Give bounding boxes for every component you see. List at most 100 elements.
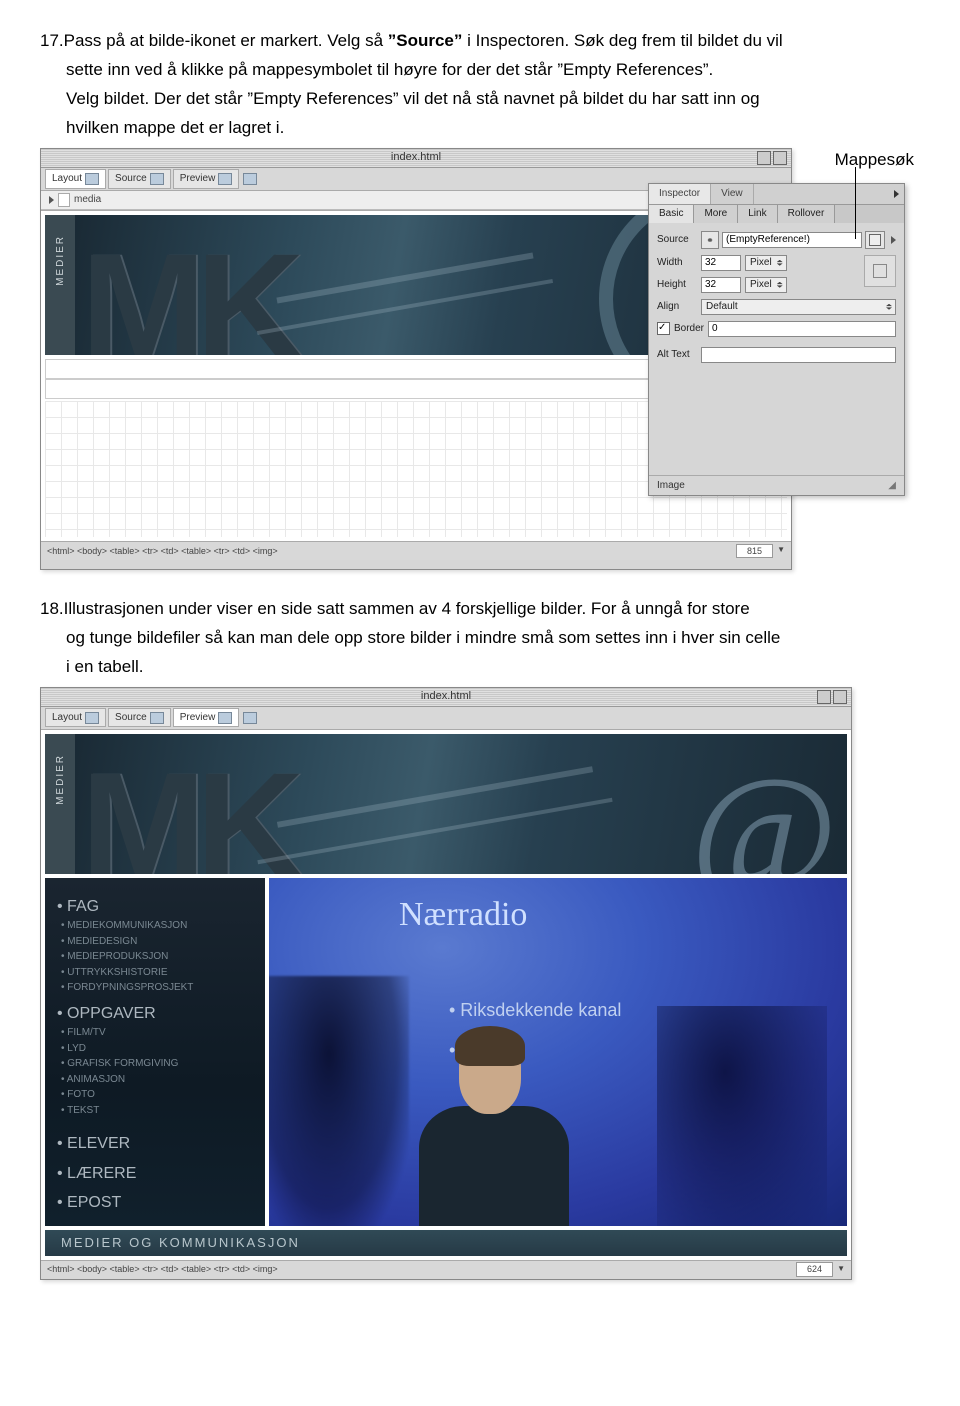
source-icon [150,173,164,185]
source-link-icon[interactable]: ⚭ [701,231,719,249]
extra-view-icon[interactable] [243,712,257,724]
step18-l3: i en tabell. [40,656,920,679]
preview-canvas[interactable]: MEDIER MK @ • FAG • MEDIEKOMMUNIKASJON •… [41,730,851,1260]
sidebar-medier-image: MEDIER [45,734,75,874]
footer-image: MEDIER OG KOMMUNIKASJON [45,1230,847,1256]
window-titlebar[interactable]: index.html [41,149,791,168]
tab-layout[interactable]: Layout [45,169,106,189]
tab-preview-label: Preview [180,172,216,186]
dom-path[interactable]: <html> <body> <table> <tr> <td> <table> … [47,1263,278,1275]
align-label: Align [657,300,701,314]
tab-inspector[interactable]: Inspector [649,184,711,204]
source-icon [150,712,164,724]
alt-input[interactable] [701,347,896,363]
step17-paragraph: 17.Pass på at bilde-ikonet er markert. V… [40,30,920,53]
folder-icon [869,234,881,246]
step18-num: 18. [40,599,64,618]
window-titlebar[interactable]: index.html [41,688,851,707]
nav-item: • FILM/TV [61,1026,253,1040]
shadow-graphic [657,1006,827,1226]
dom-path[interactable]: <html> <body> <table> <tr> <td> <table> … [47,545,278,557]
tab-source[interactable]: Source [108,708,171,728]
width-input[interactable] [701,255,741,271]
height-unit-select[interactable]: Pixel [745,277,787,293]
alt-label: Alt Text [657,348,701,362]
constrain-proportions-button[interactable] [864,255,896,287]
status-bar: <html> <body> <table> <tr> <td> <table> … [41,1260,851,1279]
nav-heading-elever: • ELEVER [57,1133,253,1155]
palette-menu-button[interactable] [888,184,904,204]
source-word: ”Source” [388,31,463,50]
window-buttons [817,690,847,704]
tab-preview-label: Preview [180,711,216,725]
subtab-more[interactable]: More [694,205,738,223]
nav-item: • UTTRYKKSHISTORIE [61,966,253,980]
step17-l3: Velg bildet. Der det står ”Empty Referen… [40,88,920,111]
height-input[interactable] [701,277,741,293]
nav-item: • MEDIEPRODUKSJON [61,950,253,964]
nav-item: • GRAFISK FORMGIVING [61,1057,253,1071]
tab-source[interactable]: Source [108,169,171,189]
inspector-palette: Inspector View Basic More Link Rollover … [648,183,905,497]
extra-view-icon[interactable] [243,173,257,185]
tab-preview[interactable]: Preview [173,169,240,189]
nav-heading-laerere: • LÆRERE [57,1163,253,1185]
triangle-icon [894,190,899,198]
border-label: Border [674,322,708,336]
footer-text: MEDIER OG KOMMUNIKASJON [61,1234,300,1252]
left-nav-image: • FAG • MEDIEKOMMUNIKASJON • MEDIEDESIGN… [45,878,265,1226]
tab-layout[interactable]: Layout [45,708,106,728]
sidebar-medier-image: MEDIER [45,215,75,355]
window-zoom-button[interactable] [757,151,771,165]
inspector-resize-grip-icon[interactable]: ◢ [888,479,896,493]
width-unit-select[interactable]: Pixel [745,255,787,271]
width-label: Width [657,256,701,270]
step18-paragraph: 18.Illustrasjonen under viser en side sa… [40,598,920,621]
nav-item: • MEDIEDESIGN [61,935,253,949]
source-menu-icon[interactable] [891,236,896,244]
tab-source-label: Source [115,172,147,186]
alt-row: Alt Text [657,347,896,363]
subtab-rollover[interactable]: Rollover [778,205,836,223]
align-select[interactable]: Default [701,299,896,315]
nav-item: • LYD [61,1042,253,1056]
step17-num: 17. [40,31,64,50]
layout-icon [85,173,99,185]
step17-l1a: Pass på at bilde-ikonet er markert. Velg… [64,31,388,50]
size-field[interactable]: 624 [796,1262,833,1276]
nav-item: • ANIMASJON [61,1073,253,1087]
sidebar-medier-text: MEDIER [45,734,77,825]
size-dropdown-icon[interactable]: ▼ [777,545,785,556]
align-row: Align Default [657,299,896,315]
person-graphic [399,1026,579,1226]
step17-l1b: i Inspectoren. Søk deg frem til bildet d… [462,31,782,50]
nav-item: • MEDIEKOMMUNIKASJON [61,919,253,933]
preview-icon [218,712,232,724]
width-row: Width Pixel [657,255,858,271]
height-label: Height [657,278,701,292]
border-input[interactable] [708,321,896,337]
sidebar-medier-text: MEDIER [45,215,77,306]
border-checkbox[interactable] [657,322,670,335]
subtab-link[interactable]: Link [738,205,777,223]
size-field[interactable]: 815 [736,544,773,558]
tab-view[interactable]: View [711,184,754,204]
window-collapse-button[interactable] [833,690,847,704]
size-dropdown-icon[interactable]: ▼ [837,1264,845,1275]
tab-layout-label: Layout [52,711,82,725]
light-streak [257,279,553,335]
source-input[interactable] [722,232,862,248]
screenshot-1: index.html Layout Source Preview [40,148,900,578]
tab-layout-label: Layout [52,172,82,186]
disclosure-triangle-icon[interactable] [49,196,54,204]
person-body [419,1106,569,1226]
nav-heading-epost: • EPOST [57,1192,253,1214]
preview-icon [218,173,232,185]
window-collapse-button[interactable] [773,151,787,165]
tab-preview[interactable]: Preview [173,708,240,728]
browse-folder-button[interactable] [865,231,885,249]
nav-heading-oppgaver: • OPPGAVER [57,1003,253,1025]
subtab-basic[interactable]: Basic [649,205,694,223]
window-zoom-button[interactable] [817,690,831,704]
step18-l2: og tunge bildefiler så kan man dele opp … [40,627,920,650]
